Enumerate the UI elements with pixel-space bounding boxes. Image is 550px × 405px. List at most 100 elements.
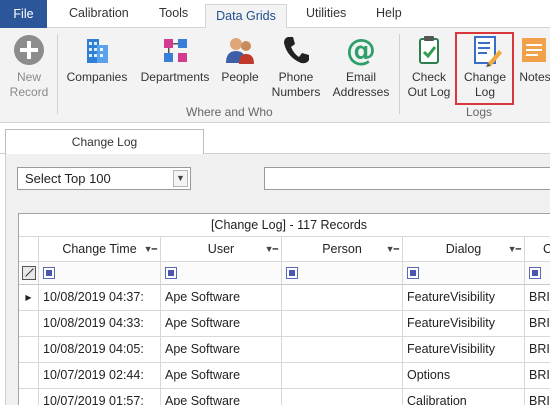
search-input[interactable] (264, 167, 550, 190)
phone-label-1: Phone (278, 70, 314, 84)
column-header-dialog[interactable]: Dialog ▼━ (403, 237, 525, 262)
column-header-change-time[interactable]: Change Time ▼━ (39, 237, 161, 262)
people-icon (226, 38, 254, 64)
row-indicator[interactable] (19, 363, 39, 389)
cell-person[interactable] (282, 285, 403, 311)
row-indicator-header (19, 237, 39, 262)
cell-user[interactable]: Ape Software (161, 285, 282, 311)
column-header-c[interactable]: C (525, 237, 550, 262)
tab-tools[interactable]: Tools (159, 6, 188, 20)
document-area: Change Log Select Top 100 ▼ [Change Log]… (0, 124, 550, 405)
filter-icon[interactable] (407, 267, 419, 279)
new-record-button[interactable]: New Record (6, 33, 52, 100)
row-indicator[interactable] (19, 311, 39, 337)
filter-row-corner (19, 262, 39, 285)
cell-change-time[interactable]: 10/08/2019 04:05: (39, 337, 161, 363)
check-out-label-2: Out Log (407, 85, 451, 99)
record-limit-value: Select Top 100 (25, 171, 111, 186)
document-tab-strip: Change Log (0, 124, 550, 155)
cell-person[interactable] (282, 389, 403, 405)
group-label-logs: Logs (466, 105, 493, 119)
cell-dialog[interactable]: Options (403, 363, 525, 389)
filter-cell-change-time[interactable] (39, 262, 161, 285)
filter-icon[interactable] (286, 267, 298, 279)
at-sign-icon: @ (346, 33, 376, 67)
email-label-2: Addresses (332, 85, 390, 99)
column-header-label: User (207, 242, 235, 256)
filter-cell-dialog[interactable] (403, 262, 525, 285)
cell-c[interactable]: BRI (525, 363, 550, 389)
tab-help[interactable]: Help (376, 6, 402, 20)
tab-data-grids[interactable]: Data Grids (205, 4, 287, 29)
record-limit-select[interactable]: Select Top 100 ▼ (17, 167, 191, 190)
check-out-label-1: Check (411, 70, 446, 84)
filter-icon[interactable] (43, 267, 55, 279)
cell-person[interactable] (282, 363, 403, 389)
cell-change-time[interactable]: 10/08/2019 04:33: (39, 311, 161, 337)
sort-pin-icon[interactable]: ▼━ (265, 237, 278, 261)
people-label: People (221, 70, 259, 84)
row-indicator-current[interactable]: ▶ (19, 285, 39, 311)
cell-c[interactable]: BRI (525, 389, 550, 405)
filter-cell-user[interactable] (161, 262, 282, 285)
companies-button[interactable]: Companies (64, 33, 130, 85)
column-header-label: Dialog (445, 242, 482, 256)
tab-calibration[interactable]: Calibration (69, 6, 129, 20)
cell-c[interactable]: BRI (525, 285, 550, 311)
column-header-person[interactable]: Person ▼━ (282, 237, 403, 262)
cell-user[interactable]: Ape Software (161, 363, 282, 389)
cell-change-time[interactable]: 10/07/2019 01:57: (39, 389, 161, 405)
notes-button[interactable]: Notes (515, 33, 550, 85)
cell-dialog[interactable]: FeatureVisibility (403, 285, 525, 311)
org-chart-icon (164, 39, 187, 62)
note-icon (522, 38, 546, 62)
ribbon-separator (57, 34, 58, 114)
phone-label-2: Numbers (271, 85, 321, 99)
column-header-label: Change Time (62, 242, 137, 256)
cell-person[interactable] (282, 337, 403, 363)
column-header-user[interactable]: User ▼━ (161, 237, 282, 262)
cell-dialog[interactable]: FeatureVisibility (403, 337, 525, 363)
group-label-where-who: Where and Who (186, 105, 273, 119)
cell-dialog[interactable]: FeatureVisibility (403, 311, 525, 337)
row-indicator[interactable] (19, 389, 39, 405)
file-tab[interactable]: File (0, 0, 47, 28)
email-label-1: Email (345, 70, 376, 84)
change-log-panel: Select Top 100 ▼ [Change Log] - 117 Reco… (5, 154, 550, 405)
cell-person[interactable] (282, 311, 403, 337)
phone-numbers-button[interactable]: Phone Numbers (270, 33, 322, 100)
filter-icon[interactable] (529, 267, 541, 279)
filter-cell-c[interactable] (525, 262, 550, 285)
phone-icon (284, 37, 309, 64)
filter-cell-person[interactable] (282, 262, 403, 285)
email-addresses-button[interactable]: @ Email Addresses (330, 33, 392, 100)
cell-c[interactable]: BRI (525, 311, 550, 337)
row-indicator[interactable] (19, 337, 39, 363)
grid-caption: [Change Log] - 117 Records (19, 214, 550, 237)
svg-text:@: @ (346, 33, 376, 67)
column-header-label: C (543, 242, 550, 256)
cell-user[interactable]: Ape Software (161, 389, 282, 405)
check-out-log-button[interactable]: Check Out Log (405, 33, 453, 100)
cell-dialog[interactable]: Calibration (403, 389, 525, 405)
filter-icon[interactable] (165, 267, 177, 279)
plus-circle-icon (14, 35, 44, 65)
building-icon (87, 39, 108, 63)
sort-pin-icon[interactable]: ▼━ (144, 237, 157, 261)
clear-filter-icon[interactable] (22, 266, 36, 280)
cell-user[interactable]: Ape Software (161, 337, 282, 363)
cell-user[interactable]: Ape Software (161, 311, 282, 337)
cell-change-time[interactable]: 10/08/2019 04:37: (39, 285, 161, 311)
clipboard-check-icon (419, 36, 439, 64)
column-header-label: Person (322, 242, 362, 256)
cell-c[interactable]: BRI (525, 337, 550, 363)
people-button[interactable]: People (218, 33, 262, 85)
chevron-down-icon[interactable]: ▼ (173, 170, 188, 187)
sort-pin-icon[interactable]: ▼━ (508, 237, 521, 261)
cell-change-time[interactable]: 10/07/2019 02:44: (39, 363, 161, 389)
tab-change-log[interactable]: Change Log (5, 129, 204, 155)
sort-pin-icon[interactable]: ▼━ (386, 237, 399, 261)
tab-utilities[interactable]: Utilities (306, 6, 346, 20)
departments-button[interactable]: Departments (138, 33, 212, 85)
ribbon-separator (399, 34, 400, 114)
